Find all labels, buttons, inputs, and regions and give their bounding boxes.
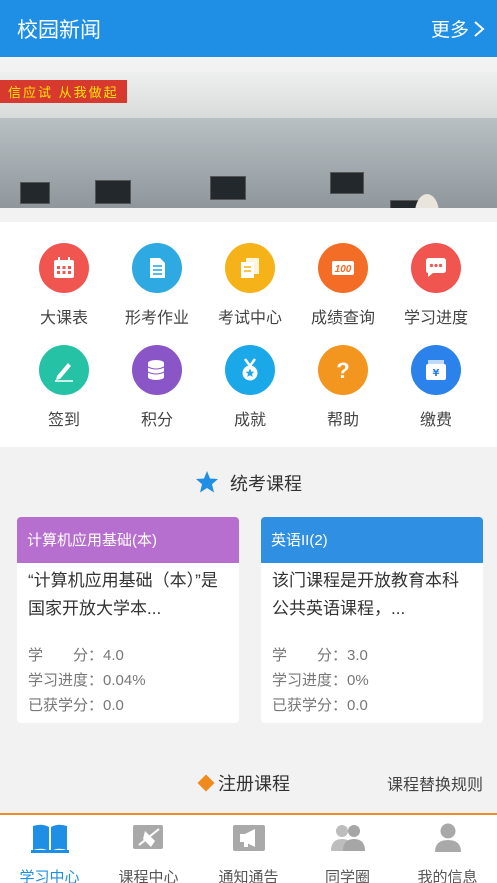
grid-item-payment[interactable]: ¥ 缴费 [390, 345, 482, 430]
svg-text:¥: ¥ [433, 368, 440, 379]
news-banner[interactable]: 信应试 从我做起 [0, 72, 497, 208]
course-card-band: 英语II(2) [261, 517, 483, 563]
tab-notifications[interactable]: 通知通告 [199, 821, 298, 883]
course-progress: 学习进度：0% [272, 672, 369, 689]
exam-courses-title: 统考课程 [0, 470, 497, 496]
course-credit: 学 分：4.0 [28, 647, 124, 664]
course-icon [132, 825, 163, 849]
wallet-yen-icon: ¥ [411, 345, 461, 395]
registered-courses-title: 注册课程 [197, 770, 290, 796]
grid-item-points[interactable]: 积分 [111, 345, 203, 430]
user-icon [434, 823, 461, 852]
bottom-tab-bar: 学习中心 课程中心 通知通告 同学圈 我的信息 [0, 813, 497, 883]
classmates-icon [330, 825, 365, 851]
course-description: 该门课程是开放教育本科公共英语课程，... [272, 571, 459, 618]
grid-item-help[interactable]: ? 帮助 [297, 345, 389, 430]
course-progress: 学习进度：0.04% [28, 672, 146, 689]
header-bar: 校园新闻 更多 [0, 0, 497, 57]
course-card-band: 计算机应用基础(本) [17, 517, 239, 563]
function-grid: 大课表 形考作业 考试中心 100 成绩查询 学习进度 签到 积分 成就 ? 帮… [0, 222, 497, 447]
grid-item-progress[interactable]: 学习进度 [390, 243, 482, 328]
tab-label: 通知通告 [218, 869, 279, 883]
course-card-computer[interactable]: 计算机应用基础(本) “计算机应用基础（本）”是国家开放大学本... 学 分：4… [17, 517, 239, 723]
grid-item-label: 学习进度 [403, 310, 468, 327]
tab-label: 同学圈 [324, 869, 370, 883]
registered-courses-label: 注册课程 [218, 774, 290, 794]
score-100-icon: 100 [318, 243, 368, 293]
grid-item-schedule[interactable]: 大课表 [18, 243, 110, 328]
grid-item-label: 积分 [140, 412, 173, 429]
tab-label: 课程中心 [118, 869, 179, 883]
grid-item-achievements[interactable]: 成就 [204, 345, 296, 430]
svg-text:?: ? [336, 358, 349, 383]
grid-item-label: 考试中心 [217, 310, 282, 327]
grid-item-label: 成就 [233, 412, 266, 429]
tab-label: 我的信息 [417, 869, 478, 883]
course-description: “计算机应用基础（本）”是国家开放大学本... [28, 571, 218, 618]
diamond-icon [197, 774, 215, 792]
question-icon: ? [318, 345, 368, 395]
tab-label: 学习中心 [19, 869, 80, 883]
tab-classmates[interactable]: 同学圈 [298, 821, 397, 883]
course-card-english[interactable]: 英语II(2) 该门课程是开放教育本科公共英语课程，... 学 分：3.0 学习… [261, 517, 483, 723]
svg-text:100: 100 [335, 264, 352, 275]
tab-my-info[interactable]: 我的信息 [398, 821, 497, 883]
grid-item-label: 缴费 [419, 412, 452, 429]
grid-item-label: 大课表 [39, 310, 88, 327]
more-label: 更多 [430, 20, 469, 41]
more-button[interactable]: 更多 [431, 15, 485, 42]
grid-item-exam-center[interactable]: 考试中心 [204, 243, 296, 328]
course-replace-rules-link[interactable]: 课程替换规则 [387, 771, 483, 795]
course-credit: 学 分：3.0 [272, 647, 368, 664]
grid-item-scores[interactable]: 100 成绩查询 [297, 243, 389, 328]
grid-item-label: 成绩查询 [310, 310, 375, 327]
pencil-icon [39, 345, 89, 395]
exam-courses-label: 统考课程 [230, 474, 302, 494]
tab-course-center[interactable]: 课程中心 [99, 821, 198, 883]
tab-study-center[interactable]: 学习中心 [0, 821, 99, 883]
course-earned-credit: 已获学分：0.0 [272, 697, 368, 714]
medal-icon [225, 345, 275, 395]
chevron-right-icon [474, 20, 485, 37]
course-earned-credit: 已获学分：0.0 [28, 697, 124, 714]
grid-item-label: 形考作业 [124, 310, 189, 327]
star-icon [195, 471, 218, 493]
megaphone-icon [232, 825, 265, 851]
chat-bubble-icon [411, 243, 461, 293]
document-icon [132, 243, 182, 293]
book-icon [30, 824, 69, 853]
grid-item-checkin[interactable]: 签到 [18, 345, 110, 430]
banner-slogan: 信应试 从我做起 [0, 80, 127, 103]
calendar-icon [39, 243, 89, 293]
coins-icon [132, 345, 182, 395]
grid-item-label: 签到 [47, 412, 80, 429]
grid-item-label: 帮助 [326, 412, 359, 429]
page-title: 校园新闻 [17, 19, 101, 42]
grid-item-assignments[interactable]: 形考作业 [111, 243, 203, 328]
copy-icon [225, 243, 275, 293]
